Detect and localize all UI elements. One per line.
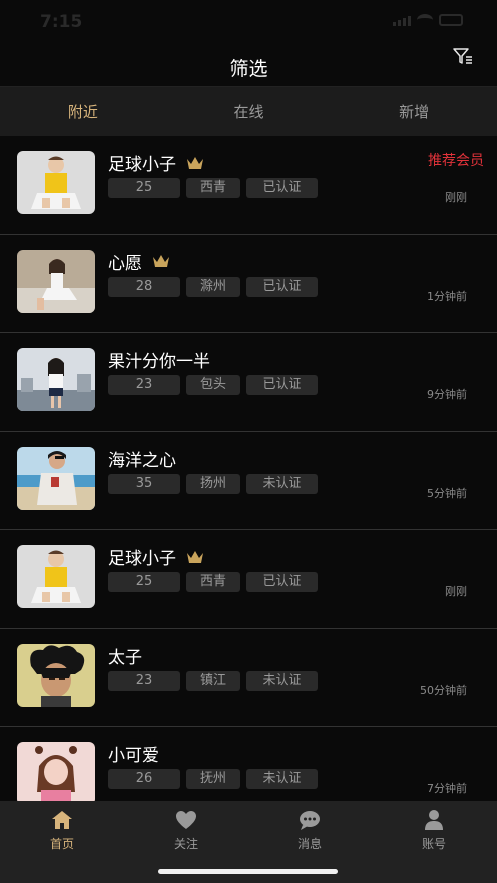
- home-icon: [52, 811, 72, 829]
- avatar[interactable]: [17, 151, 95, 214]
- tabbar-home[interactable]: 首页: [22, 809, 102, 852]
- user-name: 太子: [108, 647, 142, 668]
- verification-tag: 已认证: [246, 178, 318, 198]
- user-list-item[interactable]: 海洋之心 35 扬州 未认证 5分钟前: [0, 432, 497, 530]
- message-icon: [300, 811, 320, 830]
- signal-icon: [393, 16, 411, 26]
- tab-new[interactable]: 新增: [331, 87, 497, 136]
- name-line: 心愿: [108, 249, 170, 274]
- avatar[interactable]: [17, 545, 95, 608]
- city-tag: 扬州: [186, 473, 240, 494]
- page-title: 筛选: [229, 58, 268, 80]
- name-line: 足球小子: [108, 150, 204, 175]
- active-time: 刚刚: [445, 191, 467, 204]
- status-icons: [393, 14, 463, 26]
- heart-icon: [176, 811, 196, 829]
- name-line: 足球小子: [108, 544, 204, 569]
- tabbar-account[interactable]: 账号: [394, 809, 474, 852]
- tabbar-home-label: 首页: [49, 837, 74, 851]
- user-tags: 23 镇江 未认证: [108, 670, 318, 691]
- tab-nearby[interactable]: 附近: [0, 87, 166, 136]
- active-time: 1分钟前: [427, 289, 467, 303]
- user-list: 足球小子 25 西青 已认证 推荐会员 刚刚 心愿 28 滁州 已认证 1分钟前 果汁分你一半 23 包头…: [0, 136, 497, 801]
- name-line: 海洋之心: [108, 446, 176, 471]
- user-tags: 25 西青 已认证: [108, 178, 318, 198]
- user-name: 心愿: [108, 253, 142, 274]
- verification-tag: 已认证: [246, 375, 318, 395]
- person-icon: [425, 810, 443, 830]
- city-tag: 镇江: [186, 670, 240, 691]
- active-time: 5分钟前: [427, 486, 467, 500]
- status-time: 7:15: [40, 12, 83, 32]
- city-tag: 西青: [186, 572, 240, 592]
- user-tags: 35 扬州 未认证: [108, 473, 318, 494]
- age-tag: 26: [108, 769, 180, 789]
- tabbar-messages[interactable]: 消息: [270, 809, 350, 852]
- active-time: 刚刚: [445, 585, 467, 598]
- crown-icon: [153, 255, 169, 267]
- avatar[interactable]: [17, 249, 95, 313]
- age-tag: 25: [108, 572, 180, 592]
- avatar[interactable]: [17, 446, 95, 510]
- age-tag: 35: [108, 473, 180, 494]
- user-name: 足球小子: [108, 155, 176, 175]
- city-tag: 包头: [186, 375, 240, 395]
- active-time: 7分钟前: [427, 782, 467, 795]
- crown-icon: [187, 156, 203, 169]
- battery-icon: [439, 14, 463, 26]
- tabbar-account-label: 账号: [421, 837, 446, 851]
- active-time: 50分钟前: [420, 683, 467, 697]
- age-tag: 28: [108, 276, 180, 297]
- city-tag: 滁州: [186, 276, 240, 297]
- user-tags: 25 西青 已认证: [108, 572, 318, 592]
- tab-bar-top: 附近 在线 新增: [0, 86, 497, 136]
- tab-online[interactable]: 在线: [166, 87, 332, 136]
- city-tag: 西青: [186, 178, 240, 198]
- tabbar-follow[interactable]: 关注: [146, 809, 226, 852]
- tabbar-follow-label: 关注: [173, 837, 198, 851]
- user-list-item[interactable]: 心愿 28 滁州 已认证 1分钟前: [0, 235, 497, 333]
- verification-tag: 已认证: [246, 276, 318, 297]
- home-indicator: [158, 869, 338, 874]
- user-name: 小可爱: [108, 746, 159, 766]
- crown-icon: [187, 550, 203, 563]
- user-tags: 23 包头 已认证: [108, 375, 318, 395]
- name-line: 太子: [108, 643, 142, 668]
- verification-tag: 未认证: [246, 670, 318, 691]
- user-name: 果汁分你一半: [108, 352, 210, 372]
- status-bar: 7:15: [0, 0, 497, 44]
- avatar[interactable]: [17, 643, 95, 707]
- user-tags: 28 滁州 已认证: [108, 276, 318, 297]
- user-list-item[interactable]: 足球小子 25 西青 已认证刚刚: [0, 530, 497, 629]
- verification-tag: 未认证: [246, 473, 318, 494]
- age-tag: 23: [108, 670, 180, 691]
- age-tag: 23: [108, 375, 180, 395]
- wifi-icon: [417, 14, 433, 26]
- user-list-item[interactable]: 足球小子 25 西青 已认证 推荐会员刚刚: [0, 136, 497, 235]
- active-time: 9分钟前: [427, 388, 467, 401]
- age-tag: 25: [108, 178, 180, 198]
- user-name: 海洋之心: [108, 450, 176, 471]
- user-list-item[interactable]: 果汁分你一半 23 包头 已认证 9分钟前: [0, 333, 497, 432]
- user-name: 足球小子: [108, 549, 176, 569]
- name-line: 小可爱: [108, 741, 159, 766]
- user-list-item[interactable]: 太子 23 镇江 未认证 50分钟前: [0, 629, 497, 727]
- city-tag: 抚州: [186, 769, 240, 789]
- avatar[interactable]: [17, 742, 95, 801]
- verification-tag: 已认证: [246, 572, 318, 592]
- name-line: 果汁分你一半: [108, 347, 210, 372]
- filter-icon[interactable]: [451, 44, 475, 68]
- vip-badge: 推荐会员: [428, 153, 484, 169]
- user-list-item[interactable]: 小可爱 26 抚州 未认证 7分钟前: [0, 727, 497, 801]
- tabbar-messages-label: 消息: [297, 837, 322, 851]
- avatar[interactable]: [17, 348, 95, 411]
- verification-tag: 未认证: [246, 769, 318, 789]
- user-tags: 26 抚州 未认证: [108, 769, 318, 789]
